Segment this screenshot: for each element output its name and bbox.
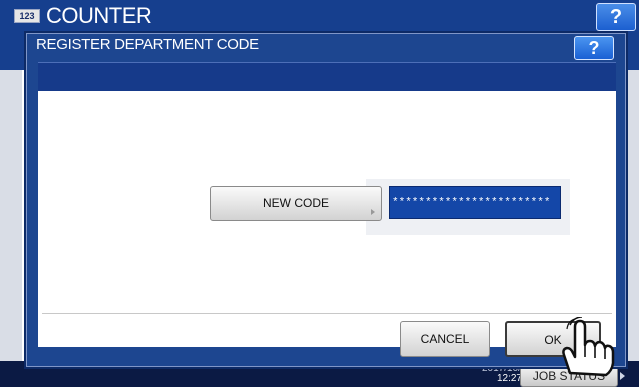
background-help-button[interactable]: ? — [596, 3, 636, 31]
background-left-panel — [0, 70, 22, 370]
dialog-title: REGISTER DEPARTMENT CODE — [36, 36, 259, 53]
counter-icon: 123 — [14, 9, 40, 23]
dialog-body: NEW CODE ************************ CANCEL… — [38, 91, 616, 357]
new-code-label: NEW CODE — [263, 196, 329, 210]
new-code-button[interactable]: NEW CODE — [210, 186, 382, 221]
background-title: COUNTER — [46, 3, 152, 28]
hand-pointer-icon — [562, 317, 615, 377]
triangle-indicator-icon — [371, 209, 375, 215]
help-button[interactable]: ? — [574, 36, 614, 60]
register-department-code-dialog: REGISTER DEPARTMENT CODE ? NEW CODE ****… — [24, 31, 628, 369]
department-code-field[interactable]: ************************ — [389, 186, 561, 219]
job-status-arrow-icon — [620, 372, 625, 380]
divider — [42, 313, 612, 314]
dialog-subheader-bar — [38, 62, 616, 91]
cancel-button[interactable]: CANCEL — [400, 321, 490, 357]
clock-time: 12:27 — [496, 373, 522, 384]
